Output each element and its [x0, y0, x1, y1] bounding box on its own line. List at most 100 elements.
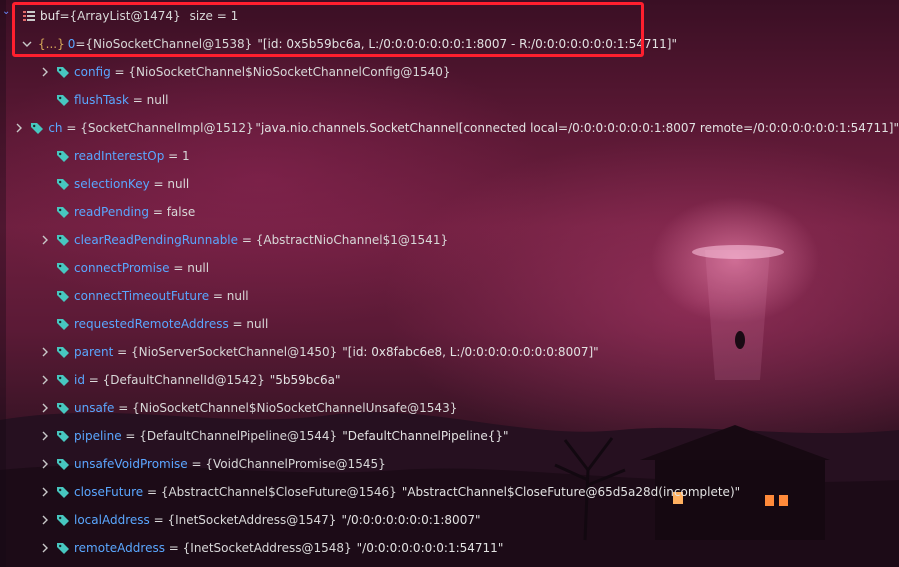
no-expander	[40, 179, 50, 189]
field-tag-icon	[56, 457, 70, 471]
equals-sign: =	[169, 261, 188, 275]
variable-row-flushTask[interactable]: flushTask = null	[0, 86, 899, 114]
field-name: remoteAddress	[74, 541, 165, 555]
equals-sign: =	[113, 345, 132, 359]
variable-row-selectionKey[interactable]: selectionKey = null	[0, 170, 899, 198]
variable-row-unsafeVoidPromise[interactable]: unsafeVoidPromise = {VoidChannelPromise@…	[0, 450, 899, 478]
variable-row-readPending[interactable]: readPending = false	[0, 198, 899, 226]
field-value: {InetSocketAddress@1547}	[167, 513, 337, 527]
equals-sign: =	[209, 289, 227, 303]
field-name: unsafeVoidPromise	[74, 457, 188, 471]
variable-row-readInterestOp[interactable]: readInterestOp = 1	[0, 142, 899, 170]
no-expander	[40, 207, 50, 217]
equals-sign: =	[62, 121, 81, 135]
equals-sign: =	[164, 541, 183, 555]
variable-row-unsafe[interactable]: unsafe = {NioSocketChannel$NioSocketChan…	[0, 394, 899, 422]
field-tostring: "[id: 0x8fabc6e8, L:/0:0:0:0:0:0:0:0:800…	[342, 345, 599, 359]
equals-sign: =	[149, 205, 167, 219]
no-expander	[40, 151, 50, 161]
field-name: parent	[74, 345, 114, 359]
field-tag-icon	[56, 149, 70, 163]
field-tostring: "DefaultChannelPipeline{}"	[342, 429, 509, 443]
field-value: false	[166, 205, 196, 219]
variable-row-connectPromise[interactable]: connectPromise = null	[0, 254, 899, 282]
chevron-right-icon[interactable]	[40, 375, 50, 385]
field-name: ch	[48, 121, 63, 135]
equals-sign: =	[149, 177, 168, 191]
field-value: null	[246, 317, 269, 331]
field-value: {InetSocketAddress@1548}	[182, 541, 352, 555]
no-expander	[40, 319, 50, 329]
field-value: 1	[182, 149, 190, 163]
field-tag-icon	[56, 65, 70, 79]
field-name: connectPromise	[74, 261, 170, 275]
variable-row-requestedRemoteAddress[interactable]: requestedRemoteAddress = null	[0, 310, 899, 338]
equals-sign: =	[84, 373, 103, 387]
variable-row-closeFuture[interactable]: closeFuture = {AbstractChannel$CloseFutu…	[0, 478, 899, 506]
variable-row-remoteAddress[interactable]: remoteAddress = {InetSocketAddress@1548}…	[0, 534, 899, 562]
field-name: connectTimeoutFuture	[74, 289, 210, 303]
field-value: {NioSocketChannel$NioSocketChannelUnsafe…	[132, 401, 458, 415]
field-name: id	[74, 373, 85, 387]
chevron-right-icon[interactable]	[40, 487, 50, 497]
variable-row-id[interactable]: id = {DefaultChannelId@1542} "5b59bc6a"	[0, 366, 899, 394]
field-name: requestedRemoteAddress	[74, 317, 229, 331]
field-value: {NioSocketChannel$NioSocketChannelConfig…	[128, 65, 451, 79]
equals-sign: =	[149, 513, 168, 527]
chevron-right-icon[interactable]	[40, 67, 50, 77]
equals-sign: =	[121, 429, 140, 443]
no-expander	[40, 95, 50, 105]
field-value: null	[146, 93, 169, 107]
field-tag-icon	[56, 429, 70, 443]
chevron-right-icon[interactable]	[40, 515, 50, 525]
field-name: closeFuture	[74, 485, 144, 499]
field-tag-icon	[56, 345, 70, 359]
chevron-right-icon[interactable]	[40, 431, 50, 441]
field-tag-icon	[56, 513, 70, 527]
field-value: {DefaultChannelId@1542}	[102, 373, 265, 387]
no-expander	[40, 263, 50, 273]
field-tag-icon	[56, 233, 70, 247]
field-tag-icon	[56, 261, 70, 275]
equals-sign: =	[187, 457, 206, 471]
field-name: unsafe	[74, 401, 115, 415]
field-value: null	[187, 261, 210, 275]
field-tag-icon	[56, 317, 70, 331]
chevron-right-icon[interactable]	[40, 459, 50, 469]
field-value: null	[167, 177, 190, 191]
field-tostring: "java.nio.channels.SocketChannel[connect…	[255, 121, 899, 135]
field-name: selectionKey	[74, 177, 150, 191]
field-name: flushTask	[74, 93, 129, 107]
variable-row-parent[interactable]: parent = {NioServerSocketChannel@1450} "[…	[0, 338, 899, 366]
field-tag-icon	[56, 289, 70, 303]
chevron-right-icon[interactable]	[40, 347, 50, 357]
equals-sign: =	[114, 401, 133, 415]
field-tag-icon	[56, 93, 70, 107]
variable-row-ch[interactable]: ch = {SocketChannelImpl@1512} "java.nio.c…	[0, 114, 899, 142]
variable-row-localAddress[interactable]: localAddress = {InetSocketAddress@1547} "…	[0, 506, 899, 534]
chevron-right-icon[interactable]	[14, 123, 24, 133]
equals-sign: =	[164, 149, 183, 163]
field-tag-icon	[56, 373, 70, 387]
variable-row-config[interactable]: config = {NioSocketChannel$NioSocketChan…	[0, 58, 899, 86]
equals-sign: =	[228, 317, 247, 331]
field-tag-icon	[56, 485, 70, 499]
variable-row-clearReadPendingRunnable[interactable]: clearReadPendingRunnable = {AbstractNioC…	[0, 226, 899, 254]
variable-row-pipeline[interactable]: pipeline = {DefaultChannelPipeline@1544}…	[0, 422, 899, 450]
field-tag-icon	[56, 401, 70, 415]
field-tag-icon	[56, 205, 70, 219]
field-name: readPending	[74, 205, 149, 219]
field-value: {SocketChannelImpl@1512}	[80, 121, 254, 135]
chevron-right-icon[interactable]	[40, 403, 50, 413]
chevron-right-icon[interactable]	[40, 543, 50, 553]
field-name: localAddress	[74, 513, 150, 527]
field-tag-icon	[56, 177, 70, 191]
field-tostring: "/0:0:0:0:0:0:0:1:54711"	[356, 541, 504, 555]
field-value: {NioServerSocketChannel@1450}	[131, 345, 338, 359]
chevron-right-icon[interactable]	[40, 235, 50, 245]
equals-sign: =	[110, 65, 129, 79]
field-tostring: "AbstractChannel$CloseFuture@65d5a28d(in…	[401, 485, 741, 499]
field-name: config	[74, 65, 111, 79]
variable-row-connectTimeoutFuture[interactable]: connectTimeoutFuture = null	[0, 282, 899, 310]
field-value: {AbstractNioChannel$1@1541}	[255, 233, 449, 247]
